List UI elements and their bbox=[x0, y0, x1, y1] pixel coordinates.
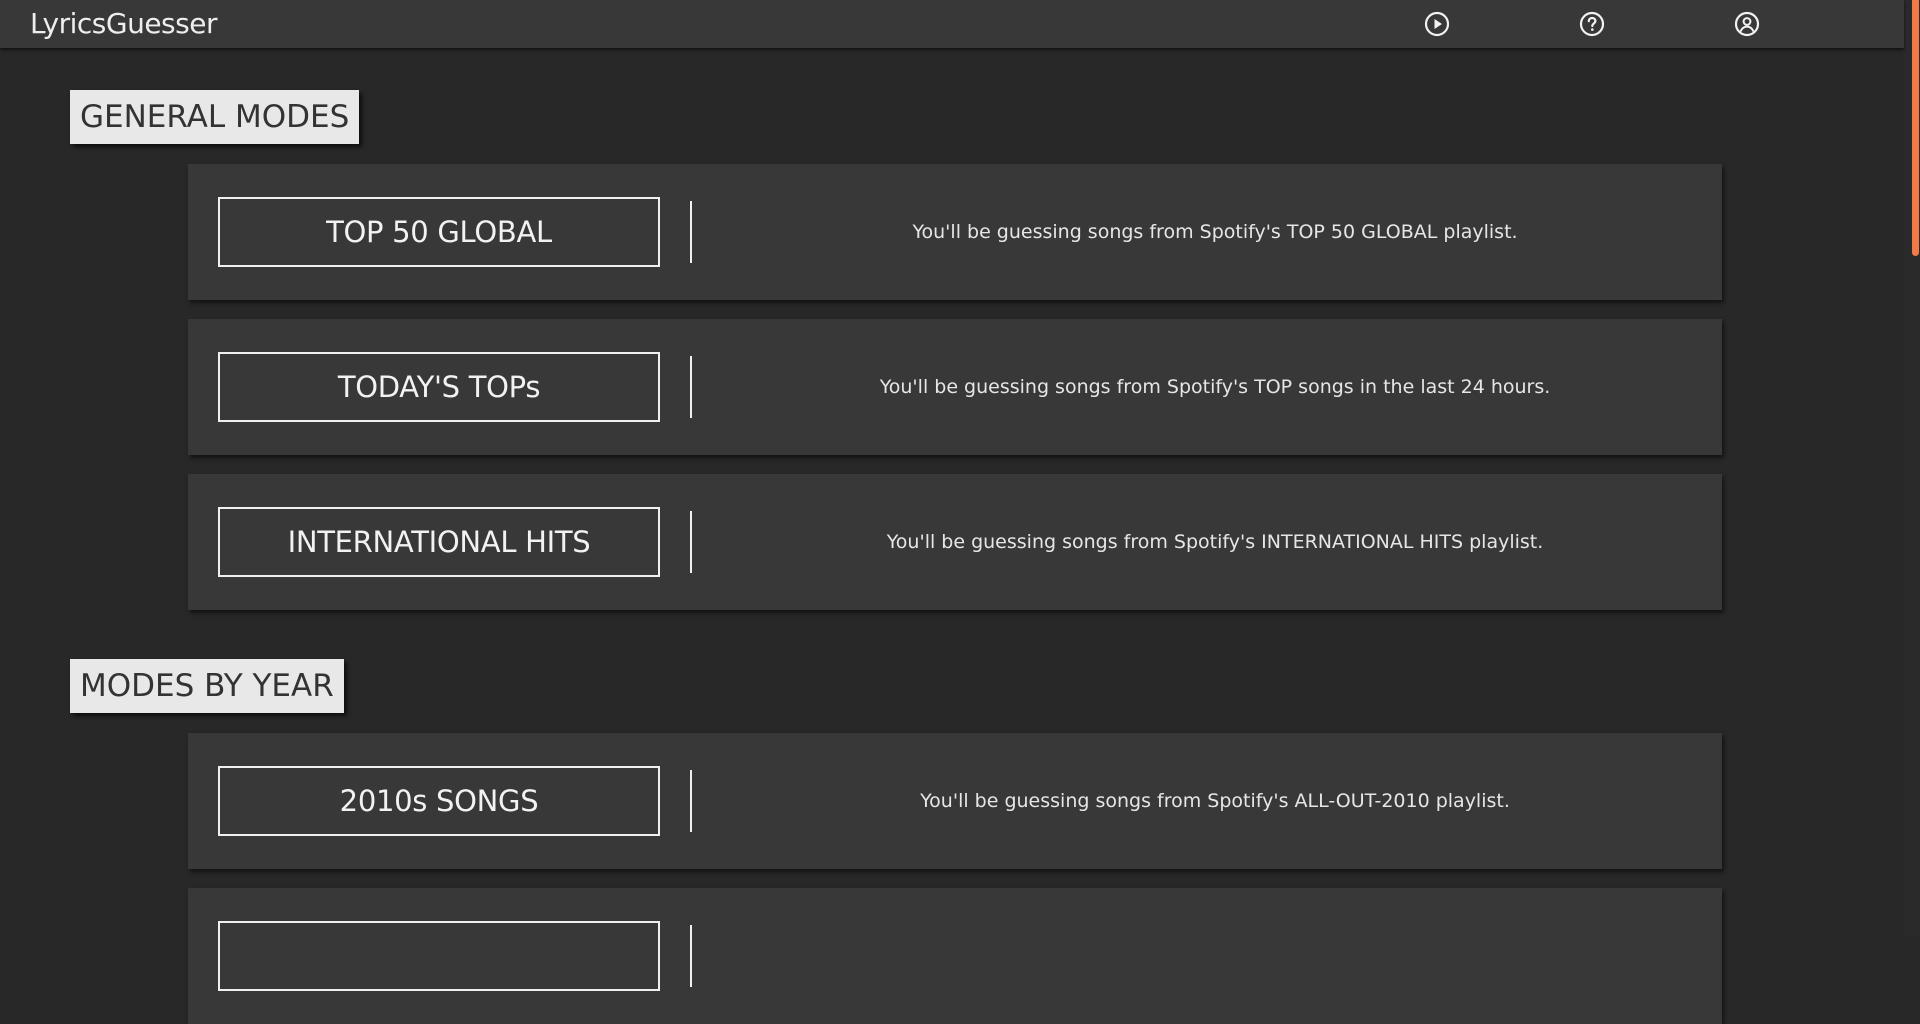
mode-description bbox=[708, 888, 1722, 1024]
mode-button-international-hits[interactable]: INTERNATIONAL HITS bbox=[218, 507, 660, 577]
mode-button-2010s-songs[interactable]: 2010s SONGS bbox=[218, 766, 660, 836]
mode-description: You'll be guessing songs from Spotify's … bbox=[886, 531, 1544, 553]
mode-button-top-50-global[interactable]: TOP 50 GLOBAL bbox=[218, 197, 660, 267]
mode-card-partial bbox=[188, 888, 1722, 1024]
help-circle-icon[interactable] bbox=[1579, 11, 1605, 37]
section-heading-modes-by-year: MODES BY YEAR bbox=[70, 659, 344, 713]
card-divider bbox=[690, 201, 692, 263]
card-divider bbox=[690, 925, 692, 987]
mode-description: You'll be guessing songs from Spotify's … bbox=[879, 376, 1551, 398]
app-logo-title[interactable]: LyricsGuesser bbox=[30, 7, 217, 40]
play-circle-icon[interactable] bbox=[1424, 11, 1450, 37]
mode-card-top-50-global: TOP 50 GLOBAL You'll be guessing songs f… bbox=[188, 164, 1722, 300]
card-divider bbox=[690, 356, 692, 418]
mode-button-partial[interactable] bbox=[218, 921, 660, 991]
page-scrollbar[interactable] bbox=[1904, 0, 1920, 936]
card-divider bbox=[690, 511, 692, 573]
mode-card-2010s-songs: 2010s SONGS You'll be guessing songs fro… bbox=[188, 733, 1722, 869]
section-heading-general-modes: GENERAL MODES bbox=[70, 90, 360, 144]
top-navbar: LyricsGuesser bbox=[0, 0, 1904, 48]
mode-description: You'll be guessing songs from Spotify's … bbox=[912, 221, 1518, 243]
mode-card-todays-tops: TODAY'S TOPs You'll be guessing songs fr… bbox=[188, 319, 1722, 455]
mode-button-todays-tops[interactable]: TODAY'S TOPs bbox=[218, 352, 660, 422]
mode-description: You'll be guessing songs from Spotify's … bbox=[920, 790, 1510, 812]
card-divider bbox=[690, 770, 692, 832]
scrollbar-thumb[interactable] bbox=[1912, 0, 1919, 256]
account-circle-icon[interactable] bbox=[1734, 11, 1760, 37]
mode-card-international-hits: INTERNATIONAL HITS You'll be guessing so… bbox=[188, 474, 1722, 610]
